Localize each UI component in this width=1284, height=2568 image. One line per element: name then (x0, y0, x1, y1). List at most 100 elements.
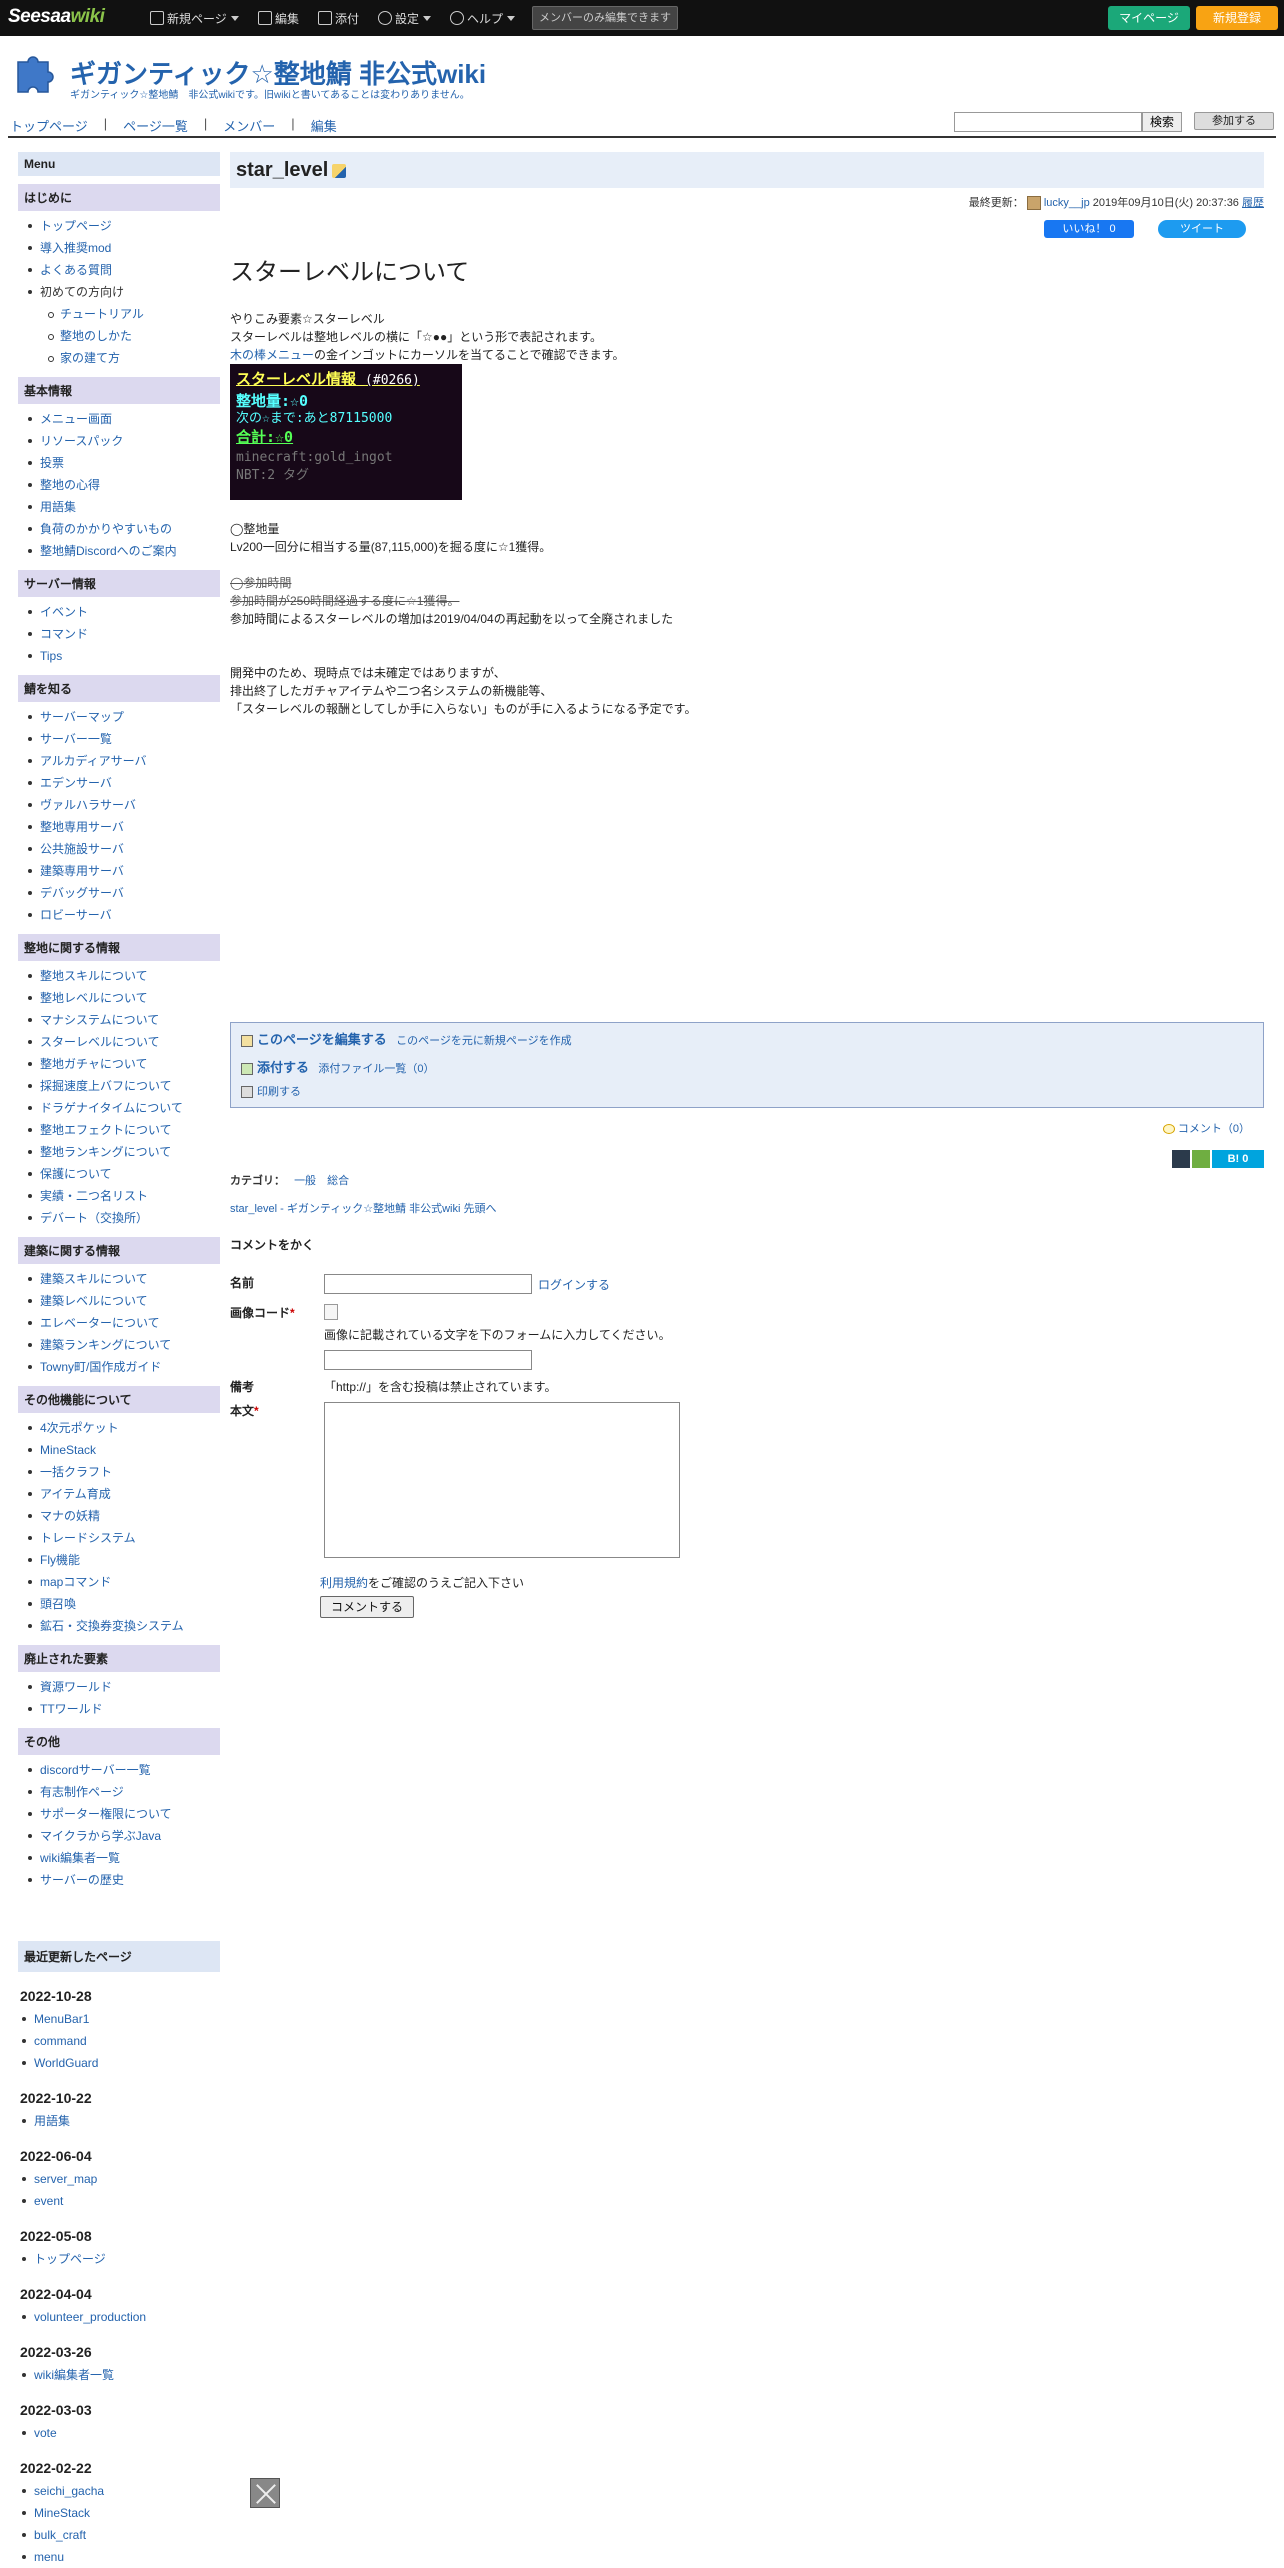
login-link[interactable]: ログインする (538, 1276, 610, 1293)
sidebar-item-label[interactable]: トレードシステム (40, 1531, 136, 1545)
nav-page-list[interactable]: ページ一覧 (123, 116, 188, 135)
edit-page-link[interactable]: このページを編集する (257, 1032, 387, 1047)
sidebar-item[interactable]: ドラゲナイタイムについて (18, 1097, 220, 1119)
history-link[interactable]: 履歴 (1242, 197, 1264, 209)
sidebar-item[interactable]: リソースパック (18, 430, 220, 452)
sidebar-item-label[interactable]: 整地スキルについて (40, 969, 148, 983)
recent-page-item[interactable]: MineStack (18, 2502, 220, 2524)
sidebar-item[interactable]: トップページ (18, 215, 220, 237)
sidebar-item-label[interactable]: Tips (40, 649, 62, 663)
sidebar-item[interactable]: Fly機能 (18, 1549, 220, 1571)
sidebar-item[interactable]: ヴァルハラサーバ (18, 794, 220, 816)
search-button[interactable]: 検索 (1142, 112, 1182, 132)
nav-members[interactable]: メンバー (223, 116, 275, 135)
sidebar-item-label[interactable]: イベント (40, 605, 88, 619)
sidebar-item-label[interactable]: メニュー画面 (40, 412, 112, 426)
sidebar-item-label[interactable]: トップページ (40, 219, 112, 233)
sidebar-item[interactable]: メニュー画面 (18, 408, 220, 430)
sidebar-item[interactable]: mapコマンド (18, 1571, 220, 1593)
recent-page-link[interactable]: server_map (34, 2172, 97, 2186)
sidebar-item[interactable]: 4次元ポケット (18, 1417, 220, 1439)
name-field[interactable] (324, 1274, 532, 1294)
menu-attach[interactable]: 添付 (318, 0, 359, 36)
sidebar-item[interactable]: よくある質問 (18, 259, 220, 281)
sidebar-item-label[interactable]: サーバーの歴史 (40, 1873, 124, 1887)
sidebar-item-label[interactable]: 保護について (40, 1167, 112, 1181)
sidebar-item-label[interactable]: デバッグサーバ (40, 886, 124, 900)
sidebar-item[interactable]: 整地レベルについて (18, 987, 220, 1009)
sidebar-item-label[interactable]: デバート（交換所） (40, 1211, 148, 1225)
sidebar-item-label[interactable]: サーバー一覧 (40, 732, 112, 746)
sidebar-item[interactable]: Tips (18, 645, 220, 667)
sidebar-item-label[interactable]: リソースパック (40, 434, 123, 448)
stick-menu-link[interactable]: 木の棒メニュー (230, 348, 314, 362)
sidebar-item-label[interactable]: 用語集 (40, 500, 76, 514)
menu-new-page[interactable]: 新規ページ (150, 0, 239, 36)
comment-body-textarea[interactable] (324, 1402, 680, 1558)
sidebar-item-label[interactable]: 実績・二つ名リスト (40, 1189, 148, 1203)
sidebar-item[interactable]: 建築レベルについて (18, 1290, 220, 1312)
close-icon[interactable] (250, 2478, 280, 2508)
sidebar-item-label[interactable]: 建築専用サーバ (40, 864, 124, 878)
nav-edit[interactable]: 編集 (311, 116, 337, 135)
sidebar-item[interactable]: 実績・二つ名リスト (18, 1185, 220, 1207)
sidebar-item[interactable]: 投票 (18, 452, 220, 474)
print-link[interactable]: 印刷する (257, 1086, 301, 1098)
sidebar-item[interactable]: discordサーバー一覧 (18, 1759, 220, 1781)
sidebar-item-label[interactable]: ロビーサーバ (40, 908, 112, 922)
sidebar-item[interactable]: Towny町/国作成ガイド (18, 1356, 220, 1378)
sidebar-item[interactable]: 保護について (18, 1163, 220, 1185)
recent-page-link[interactable]: seichi_gacha (34, 2484, 104, 2498)
category-link[interactable]: 総合 (327, 1175, 349, 1187)
sidebar-item[interactable]: コマンド (18, 623, 220, 645)
recent-page-link[interactable]: menu (34, 2550, 64, 2564)
attachment-list-link[interactable]: 添付ファイル一覧（0） (318, 1063, 434, 1075)
sidebar-item-label[interactable]: 整地ガチャについて (40, 1057, 148, 1071)
sidebar-item[interactable]: アイテム育成 (18, 1483, 220, 1505)
attach-link[interactable]: 添付する (257, 1060, 309, 1075)
sidebar-item[interactable]: サーバー一覧 (18, 728, 220, 750)
sidebar-item[interactable]: 整地鯖Discordへのご案内 (18, 540, 220, 562)
sidebar-item[interactable]: エレベーターについて (18, 1312, 220, 1334)
sidebar-item[interactable]: 採掘速度上バフについて (18, 1075, 220, 1097)
recent-page-item[interactable]: WorldGuard (18, 2052, 220, 2074)
sidebar-item-label[interactable]: 整地ランキングについて (40, 1145, 171, 1159)
sidebar-item-label[interactable]: アイテム育成 (40, 1487, 111, 1501)
sidebar-item[interactable]: 用語集 (18, 496, 220, 518)
sidebar-item-label[interactable]: 鉱石・交換券変換システム (40, 1619, 184, 1633)
sidebar-item[interactable]: 負荷のかかりやすいもの (18, 518, 220, 540)
sidebar-item[interactable]: 整地専用サーバ (18, 816, 220, 838)
sidebar-item[interactable]: サーバーマップ (18, 706, 220, 728)
sidebar-item-label[interactable]: MineStack (40, 1443, 96, 1457)
sidebar-item-label[interactable]: 導入推奨mod (40, 241, 111, 255)
sidebar-item-label[interactable]: よくある質問 (40, 263, 112, 277)
tweet-button[interactable]: ツイート (1158, 220, 1246, 238)
sidebar-item[interactable]: デバート（交換所） (18, 1207, 220, 1229)
sidebar-item[interactable]: MineStack (18, 1439, 220, 1461)
sidebar-item[interactable]: 整地ガチャについて (18, 1053, 220, 1075)
sidebar-item[interactable]: 整地エフェクトについて (18, 1119, 220, 1141)
sidebar-item[interactable]: 資源ワールド (18, 1676, 220, 1698)
nav-top-page[interactable]: トップページ (10, 116, 88, 135)
sidebar-item[interactable]: 整地の心得 (18, 474, 220, 496)
recent-page-link[interactable]: WorldGuard (34, 2056, 98, 2070)
terms-link[interactable]: 利用規約 (320, 1576, 368, 1590)
sidebar-item[interactable]: マイクラから学ぶJava (18, 1825, 220, 1847)
category-link[interactable]: 一般 (294, 1175, 316, 1187)
sidebar-item[interactable]: 家の建て方 (18, 347, 220, 369)
recent-page-item[interactable]: menu (18, 2546, 220, 2568)
recent-page-link[interactable]: volunteer_production (34, 2310, 146, 2324)
sidebar-item-label[interactable]: アルカディアサーバ (40, 754, 147, 768)
sidebar-item-label[interactable]: TTワールド (40, 1702, 103, 1716)
sidebar-item-label[interactable]: スターレベルについて (40, 1035, 160, 1049)
sidebar-item[interactable]: サーバーの歴史 (18, 1869, 220, 1891)
sidebar-item-label[interactable]: 整地レベルについて (40, 991, 148, 1005)
recent-page-item[interactable]: command (18, 2030, 220, 2052)
facebook-like-button[interactable]: いいね！ 0 (1044, 220, 1134, 238)
menu-settings[interactable]: 設定 (378, 0, 432, 36)
sidebar-item-label[interactable]: 家の建て方 (60, 351, 120, 365)
recent-page-link[interactable]: vote (34, 2426, 57, 2440)
tumblr-icon[interactable] (1172, 1150, 1190, 1168)
recent-page-item[interactable]: トップページ (18, 2248, 220, 2270)
search-input[interactable] (954, 112, 1142, 132)
